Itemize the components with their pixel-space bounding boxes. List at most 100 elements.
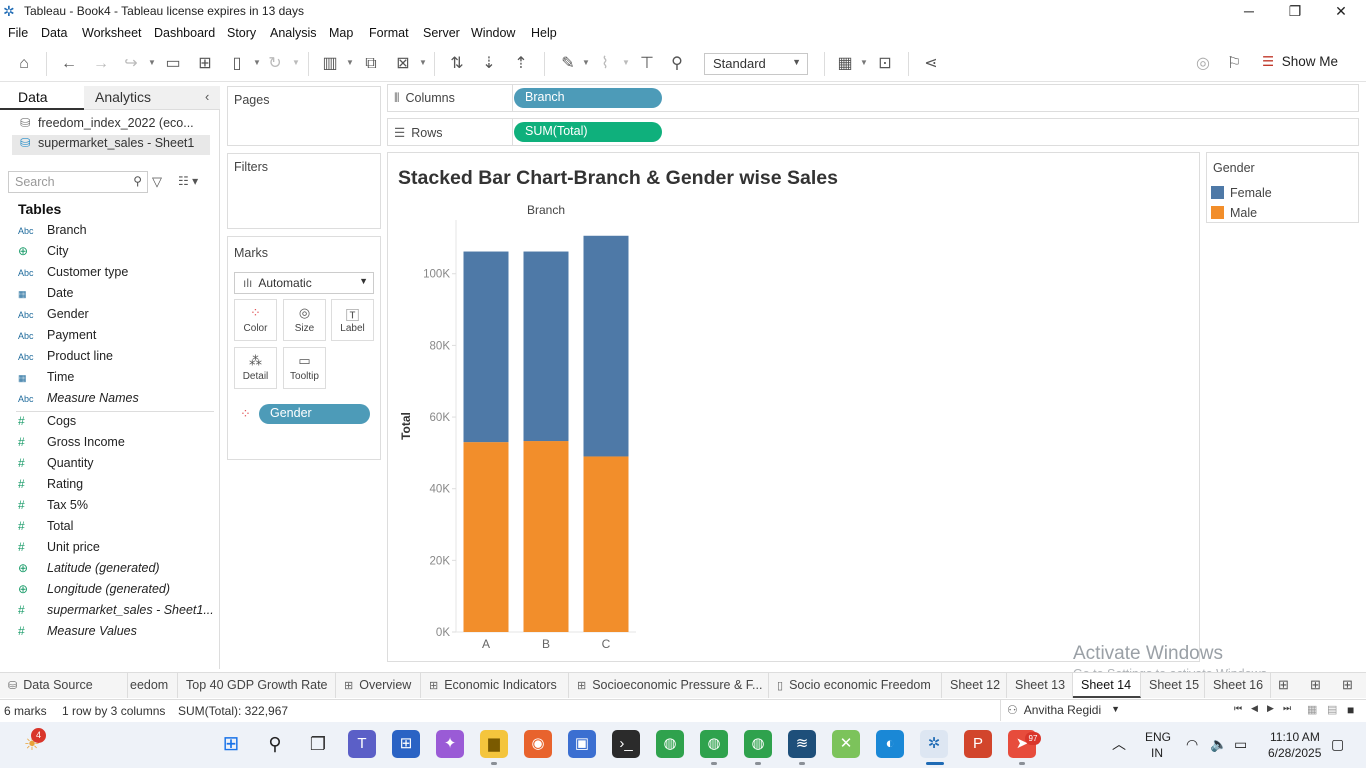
menu-map[interactable]: Map [329,26,353,40]
search-input[interactable]: Search ⚲ [8,171,148,193]
last-sheet-icon[interactable]: ⏭ [1283,703,1291,714]
field-longitude-generated-[interactable]: ⊕ Longitude (generated) [18,582,214,602]
terminal-icon[interactable]: ›_ [612,730,640,758]
sort-descending-icon[interactable]: ⇡ [510,54,532,74]
mysql-icon[interactable]: ≋ [788,730,816,758]
new-story-tab-icon[interactable]: ⊞ [1342,677,1353,693]
pages-card[interactable]: Pages [227,86,381,146]
teams-icon[interactable]: T [348,730,376,758]
menu-worksheet[interactable]: Worksheet [82,26,142,40]
tray-chevron-up-icon[interactable]: ︿ [1112,734,1126,754]
start-icon[interactable]: ⊞ [217,730,245,758]
filters-card[interactable]: Filters [227,153,381,229]
next-sheet-icon[interactable]: ▶ [1267,703,1274,714]
clock-date[interactable]: 6/28/2025 [1268,746,1321,760]
tab-analytics[interactable]: Analytics [84,86,220,110]
battery-icon[interactable]: ▭ [1234,736,1247,753]
branch-column-pill[interactable]: Branch [514,88,662,108]
menu-story[interactable]: Story [227,26,256,40]
tab-dashboard[interactable]: ⊞ Economic Indicators [421,673,569,698]
field-branch[interactable]: Abc Branch [18,223,214,243]
show-cards-icon[interactable]: ▦ [834,54,856,74]
home-icon[interactable]: ⌂ [13,54,35,74]
highlight-caret-icon[interactable]: ▼ [582,58,590,67]
tab-sheet[interactable]: Sheet 16 [1205,673,1271,698]
highlight-icon[interactable]: ✎ [557,54,579,74]
tab-sheet[interactable]: Sheet 13 [1007,673,1073,698]
field-customer-type[interactable]: Abc Customer type [18,265,214,285]
field-measure-values[interactable]: # Measure Values [18,624,214,644]
field-unit-price[interactable]: # Unit price [18,540,214,560]
close-icon[interactable]: ✕ [1318,0,1364,22]
tab-sheet[interactable]: Sheet 15 [1141,673,1205,698]
tab-story[interactable]: ▯ Socio economic Freedom [769,673,942,698]
tab-data[interactable]: Data [0,86,84,110]
tab-sheet[interactable]: Sheet 12 [942,673,1007,698]
swap-icon[interactable]: ⇅ [446,54,468,74]
notifications-icon[interactable]: ▢ [1331,736,1344,753]
format-painter-icon[interactable]: ⚐ [1223,54,1245,74]
menu-window[interactable]: Window [471,26,515,40]
new-datasource-icon[interactable]: ⊞ [194,54,216,74]
show-me-button[interactable]: ☰ Show Me [1262,54,1338,74]
refresh-icon[interactable]: ↻ [264,54,286,74]
field-gender[interactable]: Abc Gender [18,307,214,327]
gender-color-pill[interactable]: Gender [259,404,370,424]
tab-dashboard[interactable]: ⊞ Overview [336,673,421,698]
collapse-pane-icon[interactable]: ‹ [205,89,209,104]
sum-total-row-pill[interactable]: SUM(Total) [514,122,662,142]
file-explorer-icon[interactable]: ▆ [480,730,508,758]
new-worksheet-caret-icon[interactable]: ▼ [346,58,354,67]
menu-file[interactable]: File [8,26,28,40]
fit-select[interactable]: Standard ▼ [704,53,808,75]
filter-icon[interactable]: ▽ [152,174,162,190]
field-rating[interactable]: # Rating [18,477,214,497]
datasource-item[interactable]: ⛁ freedom_index_2022 (eco... [12,115,210,135]
group-icon[interactable]: ⌇ [594,54,616,74]
wifi-icon[interactable]: ◠ [1186,736,1198,753]
field-cogs[interactable]: # Cogs [18,414,214,434]
tabs-view-icon[interactable]: ■ [1347,703,1354,717]
sort-ascending-icon[interactable]: ⇣ [478,54,500,74]
language-indicator[interactable]: ENG [1145,730,1171,744]
store-icon[interactable]: ⊞ [392,730,420,758]
tableau-taskbar-icon[interactable]: ✲ [920,730,948,758]
chrome-profile-icon[interactable]: ◍ [700,730,728,758]
undo-icon[interactable]: ← [58,54,80,74]
gender-legend[interactable]: Gender Female Male [1206,152,1359,223]
volume-icon[interactable]: 🔈 [1210,736,1227,753]
menu-dashboard[interactable]: Dashboard [154,26,215,40]
powerpoint-icon[interactable]: P [964,730,992,758]
fix-axes-icon[interactable]: ⚲ [666,54,688,74]
mark-type-select[interactable]: ılı Automatic ▼ [234,272,374,294]
edge-icon[interactable]: ◐ [876,730,904,758]
app-icon[interactable]: ✕ [832,730,860,758]
legend-item-male[interactable]: Male [1211,206,1257,220]
language-region[interactable]: IN [1151,746,1163,760]
detail-button[interactable]: ⁂ Detail [234,347,277,389]
copilot-icon[interactable]: ✦ [436,730,464,758]
field-city[interactable]: ⊕ City [18,244,214,264]
new-worksheet-icon[interactable]: ▥ [319,54,341,74]
presentation-mode-icon[interactable]: ⊡ [874,54,896,74]
clear-caret-icon[interactable]: ▼ [419,58,427,67]
field-total[interactable]: # Total [18,519,214,539]
tab-sheet-active[interactable]: Sheet 14 [1073,673,1141,698]
ask-data-icon[interactable]: ◎ [1192,54,1214,74]
user-menu[interactable]: ⚇ Anvitha Regidi ▼ [1000,699,1126,721]
redo-icon[interactable]: → [90,54,112,74]
menu-help[interactable]: Help [531,26,557,40]
app-icon[interactable]: ▣ [568,730,596,758]
datasource-item-active[interactable]: ⛁ supermarket_sales - Sheet1 [12,135,210,155]
label-button[interactable]: 🅃 Label [331,299,374,341]
minimize-icon[interactable]: ─ [1226,0,1272,22]
share-icon[interactable]: ⋖ [920,54,942,74]
first-sheet-icon[interactable]: ⏮ [1234,703,1242,714]
firefox-icon[interactable]: ◉ [524,730,552,758]
new-dashboard-tab-icon[interactable]: ⊞ [1310,677,1321,693]
restore-icon[interactable]: ❐ [1272,0,1318,22]
field-time[interactable]: ▦ Time [18,370,214,390]
field-tax-5-[interactable]: # Tax 5% [18,498,214,518]
pause-updates-icon[interactable]: ▯ [226,54,248,74]
field-quantity[interactable]: # Quantity [18,456,214,476]
